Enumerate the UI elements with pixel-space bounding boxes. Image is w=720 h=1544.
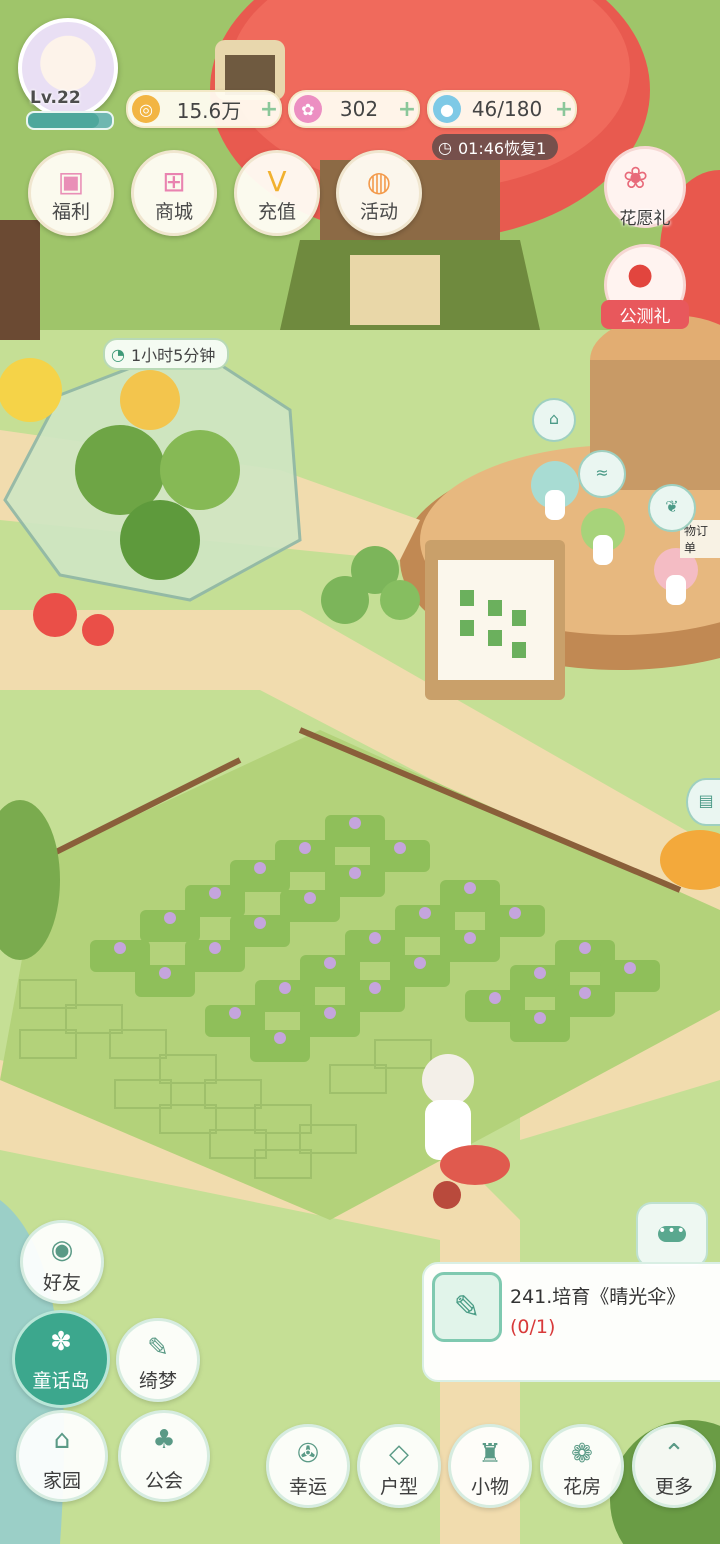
coin-counter[interactable]: ◎ 15.6万 +: [126, 90, 282, 128]
greenhouse-timer[interactable]: ◔ 1小时5分钟: [103, 338, 230, 370]
dream-button[interactable]: ✎ 绮梦: [116, 1318, 200, 1402]
player-level: Lv.22: [30, 88, 81, 108]
more-button[interactable]: ⌃ 更多: [632, 1424, 716, 1508]
xp-bar-fill: [28, 113, 100, 128]
coin-value: 15.6万: [176, 98, 242, 123]
clock-icon: ◔: [111, 344, 125, 364]
chat-button[interactable]: •••: [636, 1202, 708, 1268]
bus-bubble-icon[interactable]: ▤: [686, 778, 720, 826]
gift-icon: ▣: [57, 165, 85, 198]
friends-button[interactable]: ◉ 好友: [20, 1220, 104, 1304]
v-badge-icon: V: [267, 165, 287, 198]
fairy-island-label: 童话岛: [32, 1370, 90, 1392]
add-coins-button[interactable]: +: [258, 97, 280, 122]
friends-label: 好友: [42, 1272, 81, 1294]
floorplan-icon: ◇: [389, 1439, 409, 1469]
clipboard-icon: ✎: [432, 1272, 502, 1342]
house-icon: ⌂: [53, 1425, 71, 1455]
clock-icon: ◷: [438, 137, 452, 157]
energy-value: 46/180: [471, 97, 543, 121]
flower-house-label: 花房: [562, 1476, 601, 1498]
wish-gift-label: 花愿礼: [619, 209, 671, 229]
greenhouse-timer-text: 1小时5分钟: [130, 346, 216, 365]
events-button[interactable]: ◍ 活动: [336, 150, 422, 236]
energy-counter[interactable]: ● 46/180 +: [427, 90, 577, 128]
small-items-label: 小物: [470, 1476, 509, 1498]
recharge-label: 充值: [257, 201, 296, 223]
xp-bar: [26, 111, 114, 130]
flower-house-icon: ❁: [571, 1439, 593, 1469]
recharge-button[interactable]: V 充值: [234, 150, 320, 236]
wish-gift-button[interactable]: ❀ 花愿礼: [604, 146, 686, 229]
group-icon: ♣: [152, 1425, 176, 1455]
luck-button[interactable]: ✇ 幸运: [266, 1424, 350, 1508]
shop-button[interactable]: ⊞ 商城: [131, 150, 217, 236]
cart-icon: ⊞: [162, 165, 186, 198]
events-label: 活动: [359, 201, 398, 223]
guild-label: 公会: [144, 1470, 183, 1492]
flower-house-button[interactable]: ❁ 花房: [540, 1424, 624, 1508]
layout-label: 户型: [379, 1476, 418, 1498]
leaf-bubble-icon[interactable]: ❦: [648, 484, 696, 532]
welfare-label: 福利: [51, 201, 90, 223]
chat-icon: •••: [658, 1224, 686, 1242]
gem-counter[interactable]: ✿ 302 +: [288, 90, 420, 128]
homeland-button[interactable]: ⌂ 家园: [16, 1410, 108, 1502]
quest-title: 241.培育《晴光伞》: [510, 1286, 686, 1308]
water-drop-icon: ●: [433, 95, 461, 123]
order-board[interactable]: [425, 540, 565, 700]
welfare-button[interactable]: ▣ 福利: [28, 150, 114, 236]
energy-timer: ◷ 01:46恢复1: [432, 134, 559, 160]
homeland-label: 家园: [42, 1470, 81, 1492]
more-label: 更多: [654, 1476, 693, 1498]
brush-icon: ✎: [147, 1333, 169, 1363]
chevron-up-icon: ⌃: [663, 1439, 685, 1469]
person-icon: ◉: [50, 1235, 74, 1265]
energy-timer-text: 01:46恢复1: [457, 139, 547, 158]
quest-progress: (0/1): [510, 1316, 556, 1338]
flower-emblem-icon: ✽: [50, 1327, 72, 1357]
add-energy-button[interactable]: +: [553, 97, 575, 122]
add-gems-button[interactable]: +: [396, 97, 418, 122]
fairy-island-button[interactable]: ✽ 童话岛: [12, 1310, 110, 1408]
mountain-bubble-icon[interactable]: ≈: [578, 450, 626, 498]
coin-icon: ◎: [132, 95, 160, 123]
beta-gift-button[interactable]: ● 公测礼: [601, 244, 689, 329]
castle-icon: ♜: [478, 1439, 502, 1469]
gem-value: 302: [339, 97, 379, 121]
wheel-icon: ✇: [297, 1439, 319, 1469]
flower-bouquet-icon: ❀: [623, 161, 649, 196]
guild-button[interactable]: ♣ 公会: [118, 1410, 210, 1502]
flower-gem-icon: ✿: [294, 95, 322, 123]
dream-label: 绮梦: [138, 1370, 177, 1392]
apple-icon: ●: [627, 257, 654, 292]
luck-label: 幸运: [288, 1476, 327, 1498]
shop-label: 商城: [154, 201, 193, 223]
layout-button[interactable]: ◇ 户型: [357, 1424, 441, 1508]
gamepad-icon: ◍: [366, 165, 392, 198]
beta-gift-label: 公测礼: [601, 300, 689, 329]
home-bubble-icon[interactable]: ⌂: [532, 398, 576, 442]
quest-tracker[interactable]: ✎ 241.培育《晴光伞》 (0/1): [422, 1262, 720, 1382]
small-items-button[interactable]: ♜ 小物: [448, 1424, 532, 1508]
